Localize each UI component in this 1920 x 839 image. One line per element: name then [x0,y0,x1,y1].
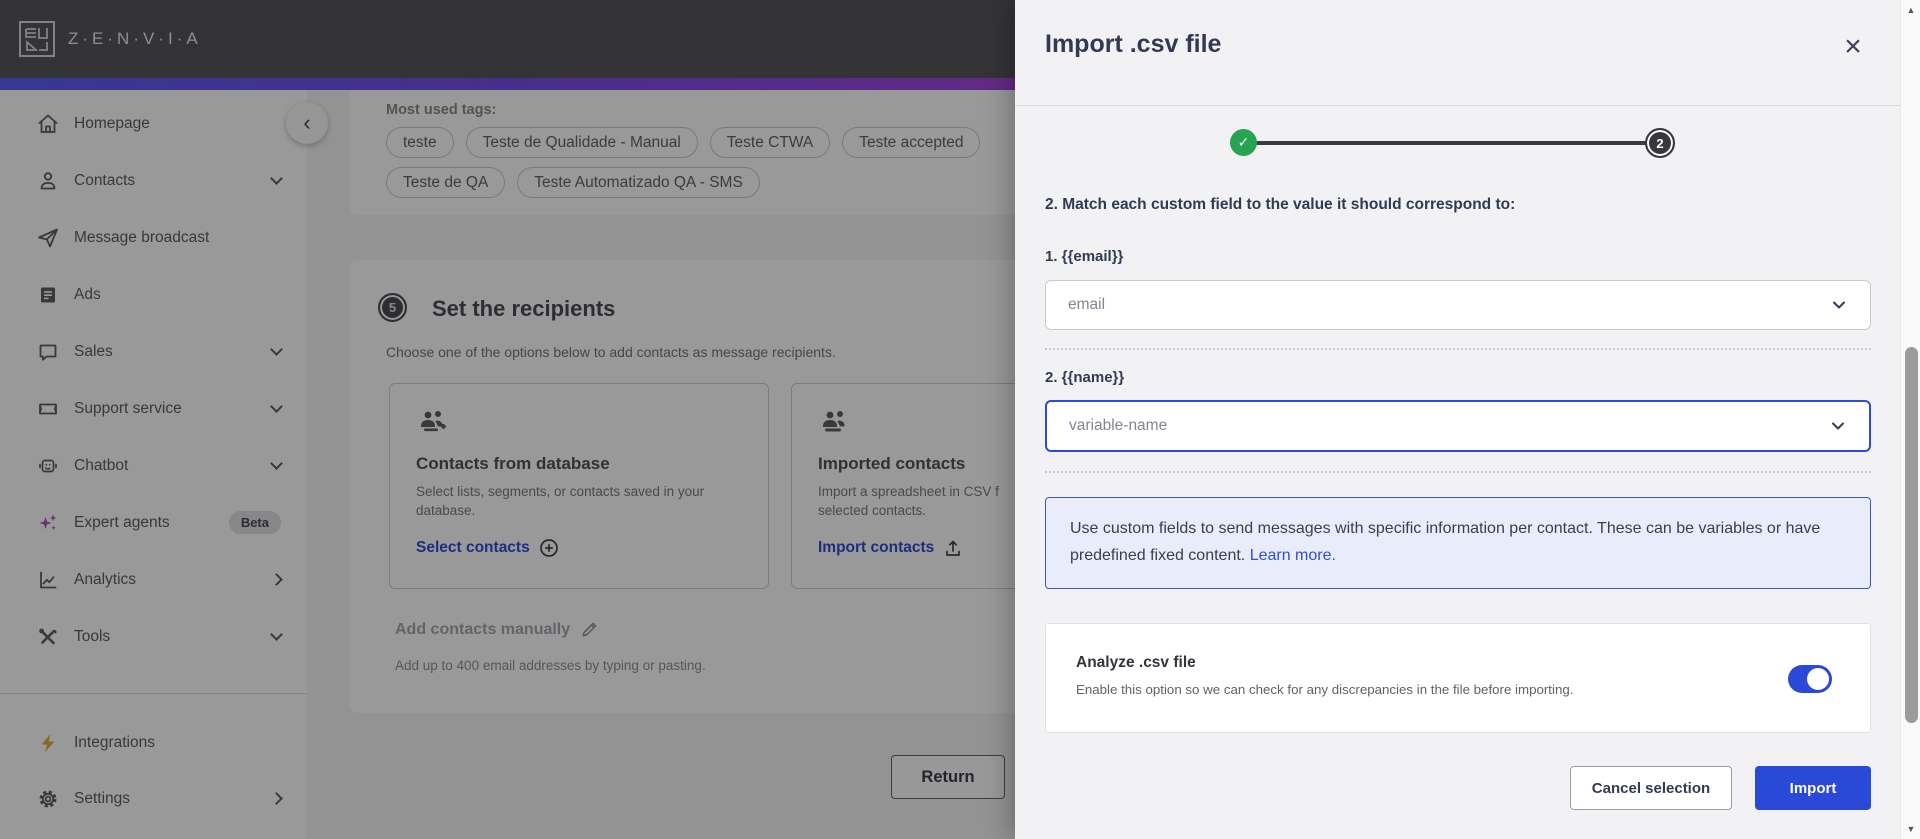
scroll-up-arrow[interactable]: ▲ [1901,2,1920,18]
custom-fields-info-box: Use custom fields to send messages with … [1045,497,1871,589]
step-1-complete-check-icon: ✓ [1230,129,1257,156]
drawer-header-divider [1015,105,1900,106]
drawer-title: Import .csv file [1045,30,1222,58]
select-value: variable-name [1069,417,1168,434]
field-label-name: 2. {{name}} [1045,369,1125,386]
field-label-email: 1. {{email}} [1045,248,1124,265]
step-2-indicator: 2 [1645,128,1675,158]
analyze-toggle[interactable] [1788,665,1832,693]
browser-scrollbar: ▲ ▼ [1900,0,1920,839]
chevron-down-icon [1829,417,1847,435]
scroll-down-arrow[interactable]: ▼ [1901,821,1920,837]
analyze-csv-card: Analyze .csv file Enable this option so … [1045,623,1871,733]
analyze-title: Analyze .csv file [1076,654,1196,671]
learn-more-link[interactable]: Learn more. [1250,547,1336,564]
cancel-selection-button[interactable]: Cancel selection [1570,766,1732,810]
match-fields-heading: 2. Match each custom field to the value … [1045,196,1516,213]
analyze-description: Enable this option so we can check for a… [1076,682,1574,697]
stepper-connector [1243,141,1660,145]
close-icon[interactable]: × [1836,30,1870,64]
field-separator [1045,348,1871,350]
import-csv-drawer: Import .csv file × ✓ 2 2. Match each cus… [1015,0,1900,839]
import-button[interactable]: Import [1755,766,1871,810]
email-field-select[interactable]: email [1045,280,1871,330]
info-text: Use custom fields to send messages with … [1070,520,1821,564]
chevron-down-icon [1830,296,1848,314]
scrollbar-thumb[interactable] [1904,347,1918,723]
app-screen: Z·E·N·V·I·A Homepage Contacts Message br… [0,0,1920,839]
name-field-select[interactable]: variable-name [1045,400,1871,452]
select-value: email [1068,296,1106,313]
toggle-knob [1807,668,1829,690]
field-separator [1045,471,1871,473]
